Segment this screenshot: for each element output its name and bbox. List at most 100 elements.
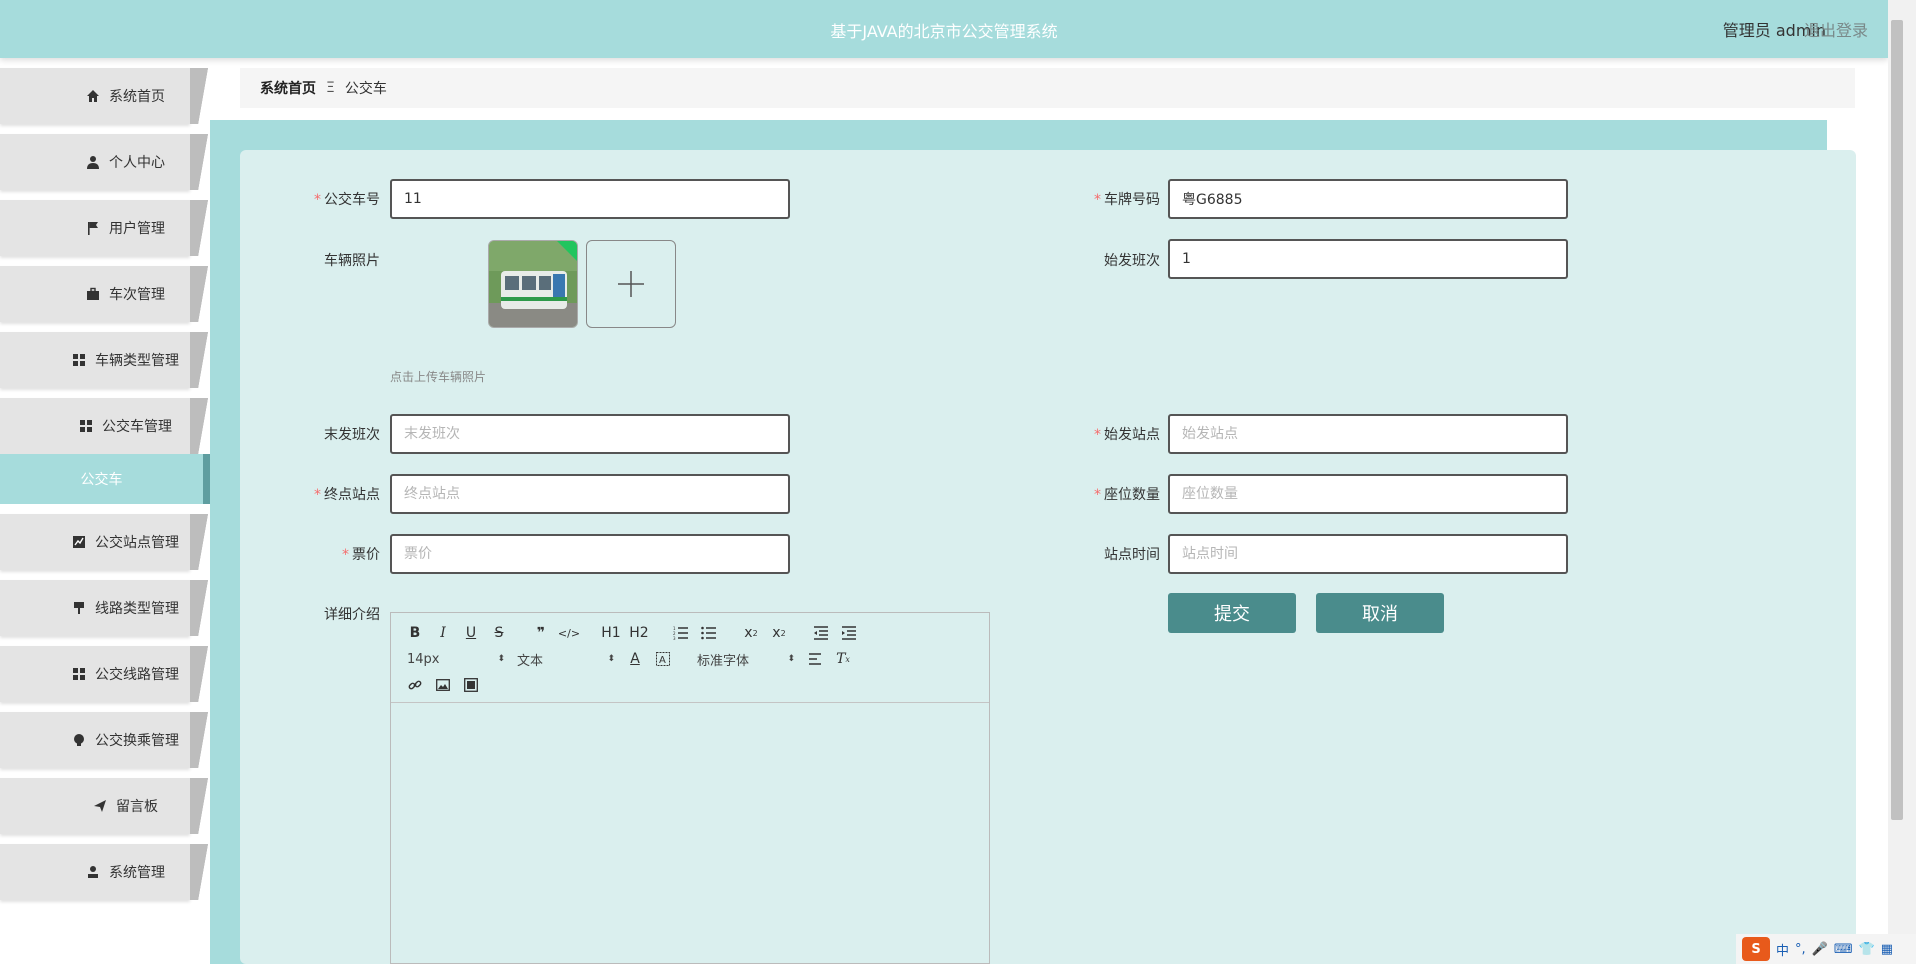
font-family-select[interactable]: 标准字体 ⬍: [691, 647, 801, 671]
grid-icon: [78, 418, 94, 434]
vehicle-photo-thumbnail[interactable]: [488, 240, 578, 328]
image-icon[interactable]: [429, 673, 457, 697]
send-icon: [92, 798, 108, 814]
breadcrumb-home[interactable]: 系统首页: [260, 78, 316, 98]
sidebar-item-route-types[interactable]: 线路类型管理: [0, 580, 210, 636]
sidebar-item-vehicle-types[interactable]: 车辆类型管理: [0, 332, 210, 388]
skin-icon[interactable]: 👕: [1859, 942, 1875, 957]
bus-no-label: * 公交车号: [314, 192, 380, 208]
sogou-logo-icon[interactable]: S: [1742, 937, 1770, 961]
grid-icon: [71, 352, 87, 368]
sidebar-item-buses[interactable]: 公交车管理: [0, 398, 210, 454]
keyboard-icon[interactable]: ⌨: [1834, 942, 1853, 957]
sidebar-item-stations[interactable]: 公交站点管理: [0, 514, 210, 570]
cancel-button[interactable]: 取消: [1316, 593, 1444, 633]
paint-icon: [71, 600, 87, 616]
superscript-icon[interactable]: x2: [765, 621, 793, 645]
sidebar-item-users[interactable]: 用户管理: [0, 200, 210, 256]
video-icon[interactable]: [457, 673, 485, 697]
end-station-label: * 终点站点: [314, 487, 380, 503]
seats-input[interactable]: [1168, 474, 1568, 514]
sidebar-item-system[interactable]: 系统管理: [0, 844, 210, 900]
first-shift-input[interactable]: [1168, 239, 1568, 279]
heading2-icon[interactable]: H2: [625, 621, 653, 645]
seats-label: * 座位数量: [1094, 487, 1160, 503]
svg-text:A: A: [659, 655, 666, 666]
ime-language[interactable]: 中: [1776, 940, 1789, 959]
microphone-icon[interactable]: 🎤: [1812, 942, 1828, 957]
bulb-icon: [71, 732, 87, 748]
underline-icon[interactable]: U: [457, 621, 485, 645]
sidebar-item-label: 公交换乘管理: [95, 733, 179, 749]
plate-input[interactable]: [1168, 179, 1568, 219]
briefcase-icon: [85, 286, 101, 302]
sidebar-item-transfers[interactable]: 公交换乘管理: [0, 712, 210, 768]
bullet-list-icon[interactable]: [695, 621, 723, 645]
sidebar-item-label: 车辆类型管理: [95, 353, 179, 369]
sidebar-item-label: 用户管理: [109, 221, 165, 237]
sidebar-item-label: 公交车管理: [102, 419, 172, 435]
editor-content-area[interactable]: [391, 703, 989, 963]
sidebar: 系统首页 个人中心 用户管理 车次管理 车辆类型管理 公交车管理 公交车 公交站…: [0, 58, 210, 964]
first-shift-label: 始发班次: [1104, 253, 1160, 269]
admin-icon: [85, 864, 101, 880]
align-icon[interactable]: [801, 647, 829, 671]
station-time-label: 站点时间: [1104, 547, 1160, 563]
font-color-icon[interactable]: A: [621, 647, 649, 671]
blockquote-icon[interactable]: ❞: [527, 621, 555, 645]
detail-label: 详细介绍: [324, 607, 380, 623]
ordered-list-icon[interactable]: 123: [667, 621, 695, 645]
user-icon: [85, 154, 101, 170]
strikethrough-icon[interactable]: S: [485, 621, 513, 645]
sidebar-item-label: 线路类型管理: [95, 601, 179, 617]
sidebar-item-profile[interactable]: 个人中心: [0, 134, 210, 190]
start-station-label: * 始发站点: [1094, 427, 1160, 443]
bold-icon[interactable]: B: [401, 621, 429, 645]
photo-upload-hint: 点击上传车辆照片: [390, 370, 487, 384]
submit-button[interactable]: 提交: [1168, 593, 1296, 633]
page-scrollbar[interactable]: [1888, 0, 1916, 964]
font-size-select[interactable]: 14px ⬍: [401, 647, 511, 671]
last-shift-input[interactable]: [390, 414, 790, 454]
start-station-input[interactable]: [1168, 414, 1568, 454]
plate-label: * 车牌号码: [1094, 192, 1160, 208]
block-type-select[interactable]: 文本 ⬍: [511, 647, 621, 671]
fare-input[interactable]: [390, 534, 790, 574]
breadcrumb-separator: Ξ: [326, 80, 335, 96]
top-bar: 基于JAVA的北京市公交管理系统 管理员 admin 退出登录: [0, 0, 1888, 58]
sidebar-item-routes[interactable]: 公交线路管理: [0, 646, 210, 702]
background-color-icon[interactable]: A: [649, 647, 677, 671]
system-title: 基于JAVA的北京市公交管理系统: [830, 22, 1058, 41]
rich-text-editor: B I U S ❞ </> H1 H2 123 x2 x2 14px ⬍ 文本 ⬍ …: [390, 612, 990, 964]
sidebar-item-label: 公交线路管理: [95, 667, 179, 683]
scrollbar-thumb[interactable]: [1891, 20, 1903, 820]
logout-link[interactable]: 退出登录: [1804, 17, 1868, 41]
flag-icon: [85, 220, 101, 236]
photo-upload-button[interactable]: [586, 240, 676, 328]
end-station-input[interactable]: [390, 474, 790, 514]
clear-format-icon[interactable]: Tx: [829, 647, 857, 671]
punctuation-icon[interactable]: °,: [1795, 942, 1806, 957]
editor-toolbar: B I U S ❞ </> H1 H2 123 x2 x2 14px ⬍ 文本 ⬍ …: [391, 613, 989, 703]
bus-no-input[interactable]: [390, 179, 790, 219]
subscript-icon[interactable]: x2: [737, 621, 765, 645]
ime-toolbar: S 中 °, 🎤 ⌨ 👕 ▦: [1736, 934, 1916, 964]
sidebar-item-messages[interactable]: 留言板: [0, 778, 210, 834]
sidebar-item-home[interactable]: 系统首页: [0, 68, 210, 124]
italic-icon[interactable]: I: [429, 621, 457, 645]
grid-menu-icon[interactable]: ▦: [1881, 942, 1893, 957]
station-time-input[interactable]: [1168, 534, 1568, 574]
sidebar-item-trips[interactable]: 车次管理: [0, 266, 210, 322]
sidebar-subitem-bus[interactable]: 公交车: [0, 454, 210, 504]
code-icon[interactable]: </>: [555, 621, 583, 645]
sidebar-item-label: 留言板: [116, 799, 158, 815]
last-shift-label: 末发班次: [324, 427, 380, 443]
indent-icon[interactable]: [835, 621, 863, 645]
fare-label: * 票价: [342, 547, 380, 563]
link-icon[interactable]: [401, 673, 429, 697]
chart-icon: [71, 534, 87, 550]
outdent-icon[interactable]: [807, 621, 835, 645]
heading1-icon[interactable]: H1: [597, 621, 625, 645]
svg-text:3: 3: [673, 636, 676, 640]
sidebar-item-label: 车次管理: [109, 287, 165, 303]
